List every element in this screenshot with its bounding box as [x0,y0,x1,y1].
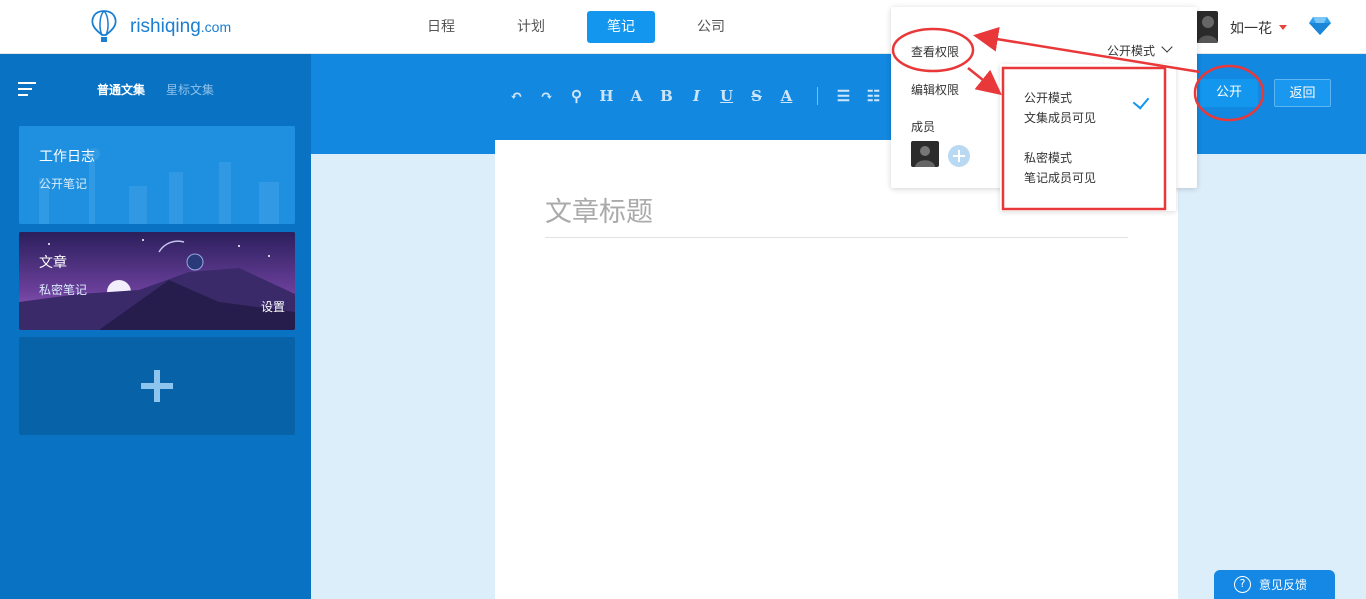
mode-option-private[interactable]: 私密模式 笔记成员可见 [1024,148,1096,188]
nav-tab-schedule[interactable]: 日程 [412,11,470,43]
nav-tab-notes[interactable]: 笔记 [587,11,655,43]
highlight-icon[interactable]: A [777,87,796,105]
mode-option-desc: 文集成员可见 [1024,108,1096,128]
question-icon: ? [1234,576,1251,593]
collection-title: 工作日志 [39,146,95,166]
brand-name: rishiqing.com [130,16,231,38]
collection-card-article[interactable]: 文章 私密笔记 设置 [19,232,295,330]
toolbar-divider [817,87,818,105]
caret-down-icon[interactable] [1279,25,1287,30]
feedback-label: 意见反馈 [1259,576,1307,593]
user-avatar[interactable] [1196,11,1218,43]
back-button[interactable]: 返回 [1274,79,1331,107]
chevron-down-icon[interactable] [1161,41,1172,52]
nav-tab-company[interactable]: 公司 [682,11,740,43]
add-member-icon[interactable] [948,145,970,167]
collection-title: 文章 [39,252,67,272]
feedback-button[interactable]: ? 意见反馈 [1214,570,1335,599]
undo-icon[interactable]: ↶ [507,87,526,105]
heading-icon[interactable]: H [597,87,616,105]
check-icon [1133,92,1150,109]
logo[interactable]: rishiqing.com [90,10,231,44]
public-button[interactable]: 公开 [1200,79,1258,107]
view-permission-item[interactable]: 查看权限 [911,43,959,60]
member-avatar[interactable] [911,141,939,167]
diamond-icon[interactable] [1309,16,1331,36]
edit-permission-item[interactable]: 编辑权限 [911,81,959,98]
editor-toolbar: ↶ ↷ ⚲ H A B I U S A ☰ ☷ [507,85,894,107]
redo-icon[interactable]: ↷ [537,87,556,105]
menu-icon[interactable] [18,82,36,98]
format-painter-icon[interactable]: ⚲ [567,87,586,105]
add-collection-button[interactable] [19,337,295,435]
balloon-logo-icon [90,10,118,44]
mode-select[interactable]: 公开模式 [1107,42,1155,59]
underline-icon[interactable]: U [717,87,736,105]
font-color-icon[interactable]: A [627,87,646,105]
tab-starred-collections[interactable]: 星标文集 [166,81,214,98]
mode-option-title: 公开模式 [1024,88,1096,108]
mode-option-title: 私密模式 [1024,148,1096,168]
collection-settings-link[interactable]: 设置 [261,298,285,315]
plus-icon [141,370,173,402]
strikethrough-icon[interactable]: S [747,87,766,105]
user-name[interactable]: 如一花 [1230,18,1272,38]
italic-icon[interactable]: I [687,87,706,105]
mode-dropdown: 公开模式 文集成员可见 私密模式 笔记成员可见 [1000,64,1176,211]
bold-icon[interactable]: B [657,87,676,105]
collection-visibility: 公开笔记 [39,175,87,192]
collection-visibility: 私密笔记 [39,281,87,298]
collection-card-worklog[interactable]: 工作日志 公开笔记 [19,126,295,224]
unordered-list-icon[interactable]: ☷ [864,87,883,105]
mode-option-public[interactable]: 公开模式 文集成员可见 [1024,88,1096,128]
members-label: 成员 [911,118,935,135]
mode-option-desc: 笔记成员可见 [1024,168,1096,188]
nav-tab-plan[interactable]: 计划 [502,11,560,43]
tab-normal-collections[interactable]: 普通文集 [97,81,145,98]
ordered-list-icon[interactable]: ☰ [834,87,853,105]
